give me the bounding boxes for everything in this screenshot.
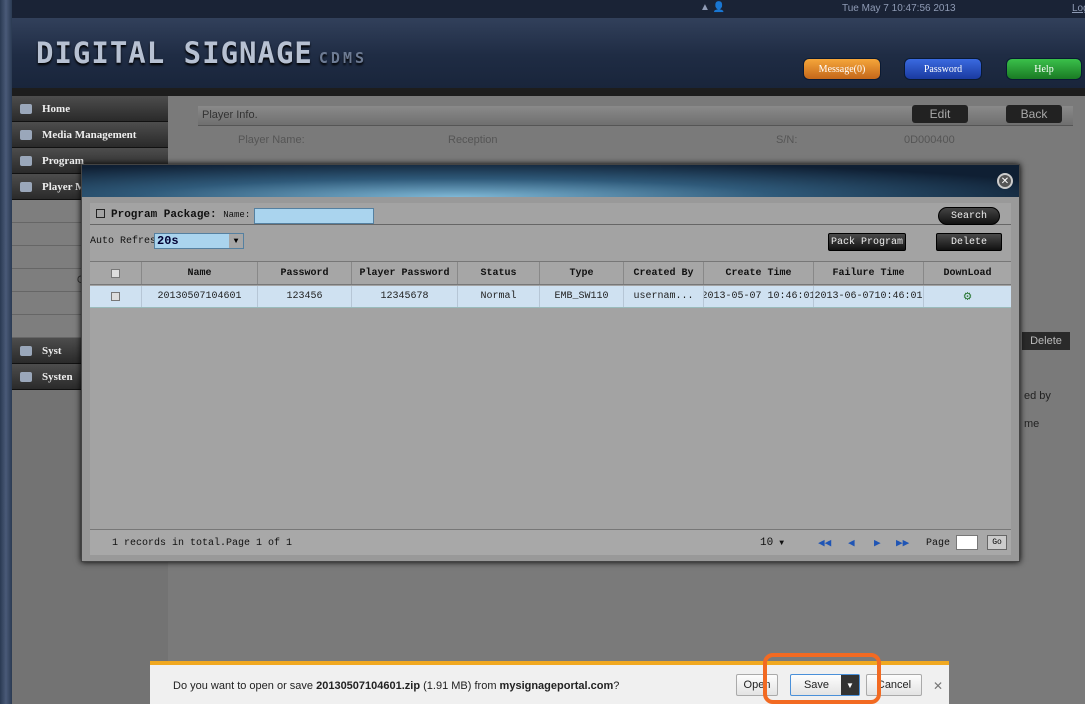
datetime: Tue May 7 10:47:56 2013 xyxy=(842,3,956,14)
media-icon xyxy=(20,129,32,140)
sidebar-item-home[interactable]: Home xyxy=(12,96,168,122)
logout-link[interactable]: Logo xyxy=(1072,3,1085,14)
app-logo: DIGITAL SIGNAGE CDMS xyxy=(36,36,367,70)
user-icon: ▲ 👤 xyxy=(700,2,726,13)
cell-create-time: 2013-05-07 10:46:01 xyxy=(704,286,814,307)
column-header[interactable]: Name xyxy=(142,262,258,284)
cell-type: EMB_SW110 xyxy=(540,286,624,307)
player-icon xyxy=(20,181,32,192)
record-count: 1 records in total.Page 1 of 1 xyxy=(112,538,293,549)
dialog-title: Program Package: xyxy=(111,209,217,221)
pagination-bar: 1 records in total.Page 1 of 1 10 ▼ ◀◀ ◀ … xyxy=(90,529,1011,555)
highlight-annotation xyxy=(763,653,881,704)
last-page-icon[interactable]: ▶▶ xyxy=(896,536,909,550)
download-site: mysignageportal.com xyxy=(499,680,614,692)
dialog-body: Program Package: Name: Search Auto Refre… xyxy=(90,203,1011,555)
row-checkbox[interactable] xyxy=(111,292,120,301)
program-package-dialog: ✕ Program Package: Name: Search Auto Ref… xyxy=(81,164,1020,562)
download-filename: 20130507104601.zip xyxy=(316,680,421,692)
home-icon xyxy=(20,103,32,114)
system-icon xyxy=(20,345,32,356)
row-select-cell xyxy=(90,286,142,307)
top-status-bar: ▲ 👤 Tue May 7 10:47:56 2013 Logo xyxy=(12,0,1085,18)
page-label: Page xyxy=(926,538,951,549)
cell-player-password: 12345678 xyxy=(352,286,458,307)
header-divider xyxy=(12,88,1085,96)
password-button[interactable]: Password xyxy=(904,58,982,80)
download-prompt: Do you want to open or save 201305071046… xyxy=(173,680,620,692)
player-info-row: Player Name: Reception S/N: 0D000400 xyxy=(238,134,955,146)
table-row[interactable]: 20130507104601 123456 12345678 Normal EM… xyxy=(90,286,1011,308)
dialog-titlebar: ✕ xyxy=(82,165,1019,197)
download-icon[interactable]: ⚙ xyxy=(964,289,972,304)
chevron-down-icon: ▼ xyxy=(229,234,243,248)
cell-created-by: usernam... xyxy=(624,286,704,307)
close-icon[interactable]: ✕ xyxy=(933,679,943,693)
cell-name: 20130507104601 xyxy=(142,286,258,307)
column-header[interactable]: Password xyxy=(258,262,352,284)
page-number-input[interactable] xyxy=(956,535,978,550)
cell-password: 123456 xyxy=(258,286,352,307)
column-header[interactable]: DownLoad xyxy=(924,262,1011,284)
select-all-checkbox[interactable] xyxy=(111,268,120,278)
column-header[interactable]: Create Time xyxy=(704,262,814,284)
cell-status: Normal xyxy=(458,286,540,307)
chevron-down-icon: ▼ xyxy=(779,538,785,548)
delete-button[interactable]: Delete xyxy=(936,233,1002,251)
app-window: ▲ 👤 Tue May 7 10:47:56 2013 Logo DIGITAL… xyxy=(0,0,1085,704)
column-header[interactable]: Type xyxy=(540,262,624,284)
close-icon[interactable]: ✕ xyxy=(997,173,1013,189)
cell-bg: me xyxy=(1024,418,1040,430)
back-button[interactable]: Back xyxy=(1006,105,1062,123)
logo-text: DIGITAL SIGNAGE xyxy=(36,36,313,70)
collapse-icon[interactable] xyxy=(96,209,105,218)
name-label: Name: xyxy=(223,210,251,220)
message-button[interactable]: Message(0) xyxy=(803,58,881,80)
help-button[interactable]: Help xyxy=(1006,58,1082,80)
logo-subtitle: CDMS xyxy=(318,49,368,67)
column-header[interactable]: Status xyxy=(458,262,540,284)
cell-download: ⚙ xyxy=(924,286,1011,307)
system-icon xyxy=(20,371,32,382)
pack-program-button[interactable]: Pack Program xyxy=(828,233,906,251)
column-header[interactable]: Failure Time xyxy=(814,262,924,284)
program-icon xyxy=(20,155,32,166)
name-search-input[interactable] xyxy=(254,208,374,224)
column-header[interactable]: Created By xyxy=(624,262,704,284)
first-page-icon[interactable]: ◀◀ xyxy=(818,536,831,550)
column-header-bg: ed by xyxy=(1024,390,1051,402)
page-size-select[interactable]: 10 ▼ xyxy=(760,535,800,551)
window-edge xyxy=(0,0,12,704)
delete-button-bg[interactable]: Delete xyxy=(1022,332,1070,350)
edit-button[interactable]: Edit xyxy=(912,105,968,123)
auto-refresh-select[interactable]: 20s ▼ xyxy=(154,233,244,249)
next-page-icon[interactable]: ▶ xyxy=(874,536,881,550)
table-header: Name Password Player Password Status Typ… xyxy=(90,261,1011,285)
search-button[interactable]: Search xyxy=(938,207,1000,225)
column-header[interactable]: Player Password xyxy=(352,262,458,284)
select-all-cell xyxy=(90,262,142,284)
prev-page-icon[interactable]: ◀ xyxy=(848,536,855,550)
cell-failure-time: 2013-06-0710:46:01 xyxy=(814,286,924,307)
program-package-header: Program Package: Name: Search xyxy=(90,207,1011,225)
sidebar-item-media[interactable]: Media Management xyxy=(12,122,168,148)
go-button[interactable]: Go xyxy=(987,535,1007,550)
